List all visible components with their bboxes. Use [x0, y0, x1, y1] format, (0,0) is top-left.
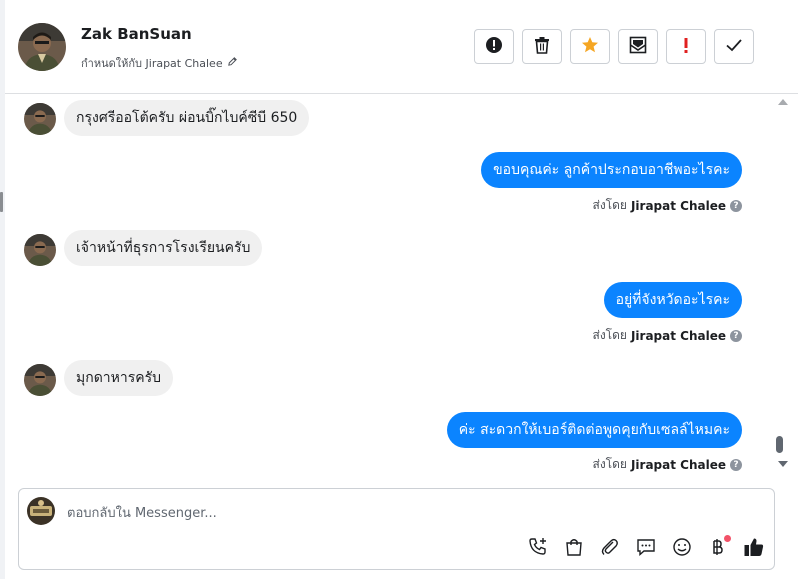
help-icon[interactable]: ?	[730, 329, 742, 342]
scroll-down-arrow-icon[interactable]	[778, 461, 788, 467]
scroll-thumb[interactable]	[776, 436, 783, 453]
mark-unread-button[interactable]	[618, 29, 658, 64]
baht-icon[interactable]	[706, 535, 731, 559]
star-icon	[581, 36, 599, 58]
envelope-icon	[629, 36, 647, 58]
reply-composer	[18, 488, 775, 570]
assign-control[interactable]: กำหนดให้กับ Jirapat Chalee	[81, 54, 238, 72]
message-bubble-incoming: เจ้าหน้าที่ธุรการโรงเรียนครับ	[64, 230, 263, 266]
contact-name: Zak BanSuan	[81, 25, 192, 43]
delete-button[interactable]	[522, 29, 562, 64]
sender-name: Jirapat Chalee	[630, 457, 726, 472]
avatar[interactable]	[18, 23, 66, 71]
sent-by-label: ส่งโดย	[592, 328, 627, 342]
page-avatar	[27, 497, 55, 525]
avatar	[24, 234, 56, 266]
thumbs-up-icon[interactable]	[742, 535, 766, 559]
trash-icon	[534, 36, 550, 58]
composer-toolbar	[526, 535, 766, 559]
emoji-icon[interactable]	[670, 535, 694, 559]
sender-name: Jirapat Chalee	[630, 198, 726, 213]
saved-reply-icon[interactable]	[634, 535, 658, 559]
help-icon[interactable]: ?	[730, 458, 742, 471]
sent-by-row: ส่งโดย Jirapat Chalee ?	[592, 326, 742, 345]
sender-name: Jirapat Chalee	[630, 328, 726, 343]
sent-by-label: ส่งโดย	[592, 198, 627, 212]
conversation-panel: Zak BanSuan กำหนดให้กับ Jirapat Chalee ก…	[5, 0, 798, 579]
avatar	[24, 103, 56, 135]
exclamation-icon	[683, 36, 689, 58]
sent-by-row: ส่งโดย Jirapat Chalee ?	[592, 455, 742, 474]
scroll-up-arrow-icon[interactable]	[778, 99, 788, 105]
phone-add-icon[interactable]	[526, 535, 550, 559]
pencil-icon[interactable]	[227, 56, 238, 70]
assign-label: กำหนดให้กับ Jirapat Chalee	[81, 57, 223, 70]
notification-dot	[724, 535, 731, 542]
conversation-header: Zak BanSuan กำหนดให้กับ Jirapat Chalee	[5, 0, 798, 94]
help-icon[interactable]: ?	[730, 199, 742, 212]
follow-up-button[interactable]	[666, 29, 706, 64]
checkmark-icon	[725, 37, 743, 57]
star-button[interactable]	[570, 29, 610, 64]
exclamation-circle-icon	[485, 36, 503, 58]
left-resize-handle[interactable]	[0, 192, 3, 212]
shopping-bag-icon[interactable]	[562, 535, 586, 559]
reply-input[interactable]	[67, 503, 757, 523]
message-bubble-incoming: มุกดาหารครับ	[64, 360, 174, 396]
sent-by-label: ส่งโดย	[592, 457, 627, 471]
spam-button[interactable]	[474, 29, 514, 64]
message-scrollbar[interactable]	[773, 94, 793, 476]
paperclip-icon[interactable]	[598, 535, 622, 559]
message-bubble-outgoing: อยู่ที่จังหวัดอะไรคะ	[603, 282, 742, 318]
message-bubble-outgoing: ขอบคุณค่ะ ลูกค้าประกอบอาชีพอะไรคะ	[481, 152, 742, 188]
avatar	[24, 364, 56, 396]
message-bubble-incoming: กรุงศรีออโต้ครับ ผ่อนบิ๊กไบค์ซีบี 650	[64, 100, 310, 136]
message-bubble-outgoing: ค่ะ สะดวกให้เบอร์ติดต่อพูดคุยกับเซลล์ไหม…	[446, 412, 742, 448]
sent-by-row: ส่งโดย Jirapat Chalee ?	[592, 196, 742, 215]
mark-done-button[interactable]	[714, 29, 754, 64]
conversation-actions	[474, 29, 754, 64]
